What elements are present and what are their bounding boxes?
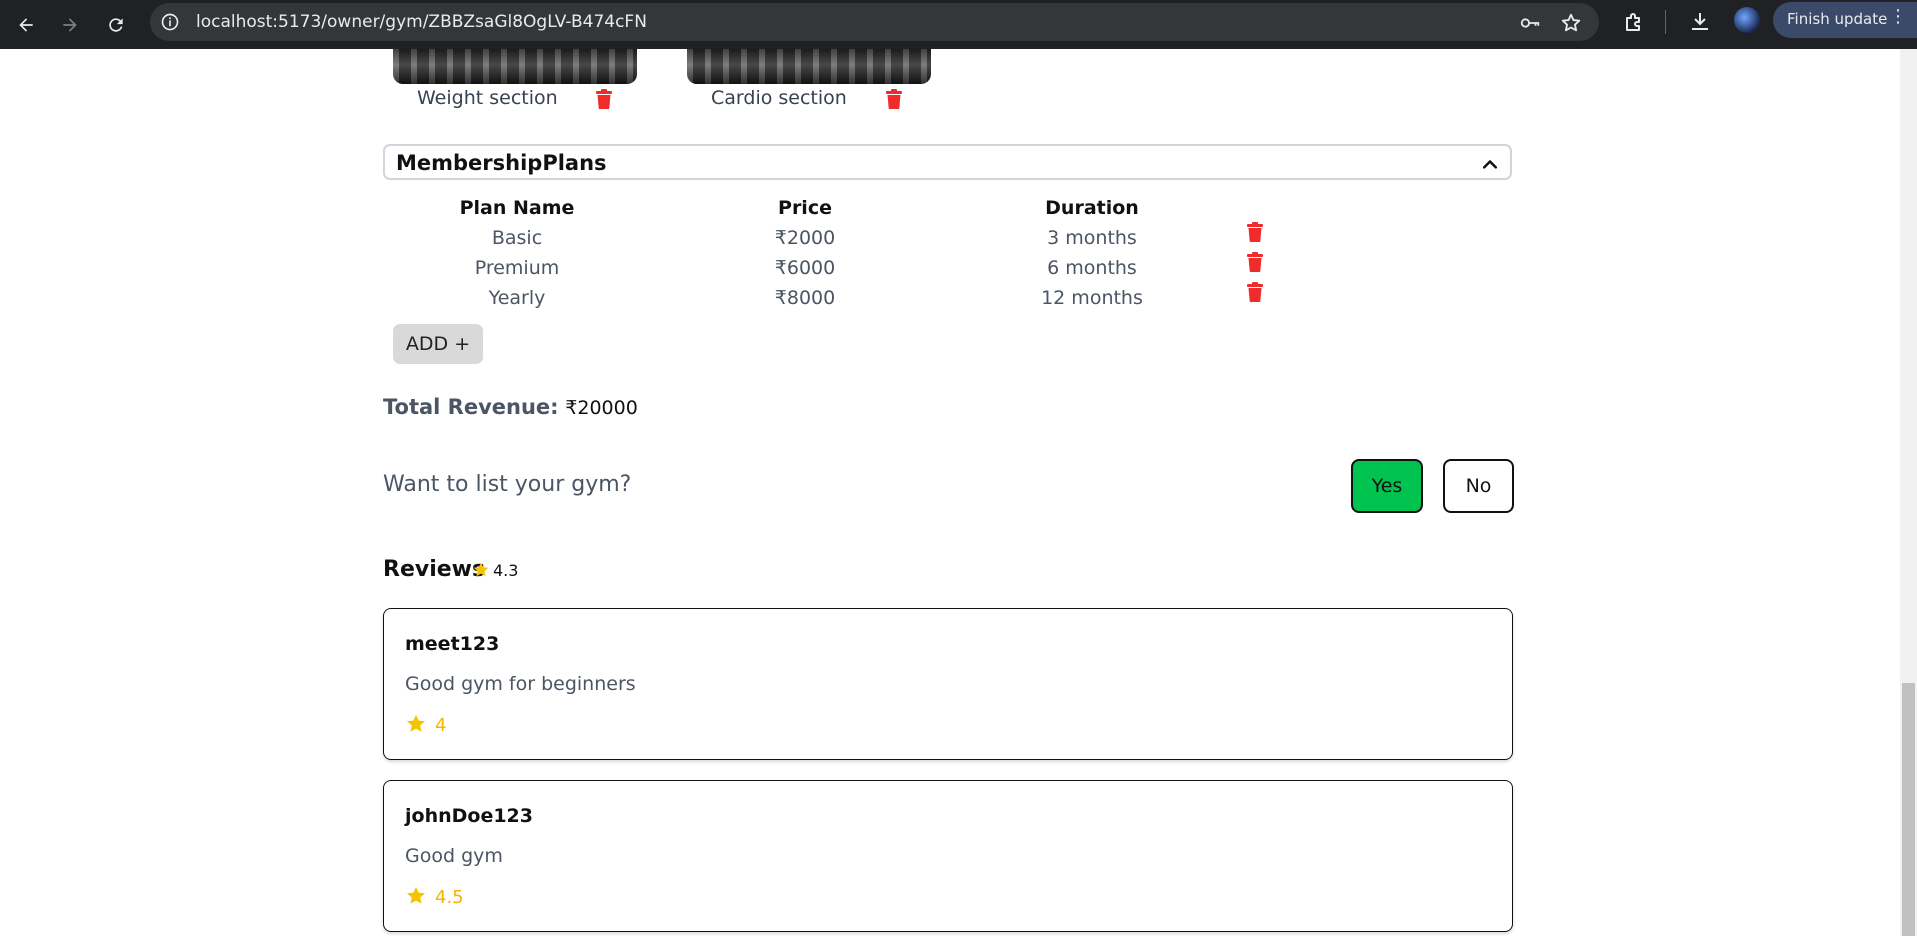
plan-duration-cell: 12 months <box>1041 287 1143 309</box>
browser-toolbar: localhost:5173/owner/gym/ZBBZsaGl8OgLV-B… <box>0 0 1917 49</box>
star-bookmark-icon[interactable] <box>1560 12 1582 34</box>
review-text: Good gym for beginners <box>405 673 636 695</box>
accordion-title: MembershipPlans <box>396 151 607 175</box>
total-revenue-label: Total Revenue: <box>383 395 559 419</box>
reviews-heading: Reviews <box>383 557 486 582</box>
total-revenue-value: ₹20000 <box>565 397 638 419</box>
arrow-left-icon <box>19 18 33 32</box>
review-username: meet123 <box>405 633 500 655</box>
plan-duration-cell: 6 months <box>1047 257 1137 279</box>
column-header-price: Price <box>778 197 832 219</box>
gallery-image-cardio <box>687 49 931 84</box>
membership-plans-accordion[interactable]: MembershipPlans <box>383 144 1512 180</box>
list-gym-yes-button[interactable]: Yes <box>1351 459 1423 513</box>
download-icon[interactable] <box>1688 10 1712 34</box>
star-icon <box>473 562 489 577</box>
delete-image-icon[interactable] <box>595 89 613 109</box>
review-text: Good gym <box>405 845 503 867</box>
reviews-average: 4.3 <box>472 561 518 580</box>
delete-plan-icon[interactable] <box>1246 252 1264 272</box>
total-revenue: Total Revenue: ₹20000 <box>383 395 638 419</box>
plan-duration-cell: 3 months <box>1047 227 1137 249</box>
extensions-icon[interactable] <box>1622 10 1646 34</box>
finish-update-button[interactable]: Finish update ⋮ <box>1773 2 1917 38</box>
gallery-image-weight <box>393 49 637 84</box>
review-rating-value: 4.5 <box>435 887 464 908</box>
star-icon <box>407 714 425 732</box>
add-plan-button[interactable]: ADD + <box>393 324 483 364</box>
delete-plan-icon[interactable] <box>1246 282 1264 302</box>
site-info-icon[interactable] <box>160 12 180 32</box>
plan-name-cell: Yearly <box>488 287 546 309</box>
star-icon <box>407 886 425 904</box>
reload-icon <box>109 18 123 32</box>
review-rating: 4 <box>405 713 446 736</box>
finish-update-label: Finish update <box>1787 10 1888 28</box>
column-header-plan-name: Plan Name <box>459 197 575 219</box>
url-text[interactable]: localhost:5173/owner/gym/ZBBZsaGl8OgLV-B… <box>196 12 647 32</box>
review-username: johnDoe123 <box>405 805 533 827</box>
review-rating-value: 4 <box>435 715 447 736</box>
page-content: Weight section Cardio section Membership… <box>0 49 1900 936</box>
forward-button[interactable] <box>53 8 87 42</box>
plan-price-cell: ₹8000 <box>774 287 836 309</box>
plan-price-cell: ₹6000 <box>774 257 836 279</box>
reviews-average-value: 4.3 <box>493 561 519 580</box>
profile-avatar[interactable] <box>1734 7 1760 33</box>
toolbar-divider <box>1665 10 1666 34</box>
key-icon[interactable] <box>1519 12 1541 34</box>
list-gym-no-button[interactable]: No <box>1443 459 1514 513</box>
scrollbar-thumb[interactable] <box>1902 683 1915 936</box>
address-bar[interactable]: localhost:5173/owner/gym/ZBBZsaGl8OgLV-B… <box>150 3 1599 41</box>
reload-button[interactable] <box>99 8 133 42</box>
delete-image-icon[interactable] <box>885 89 903 109</box>
review-card: johnDoe123 Good gym 4.5 <box>383 780 1513 932</box>
more-menu-icon[interactable]: ⋮ <box>1889 8 1907 26</box>
gallery-caption: Weight section <box>417 87 558 109</box>
plan-name-cell: Basic <box>491 227 543 249</box>
arrow-right-icon <box>63 18 77 32</box>
back-button[interactable] <box>9 8 43 42</box>
gallery-caption: Cardio section <box>711 87 847 109</box>
review-rating: 4.5 <box>405 885 464 908</box>
delete-plan-icon[interactable] <box>1246 222 1264 242</box>
review-card: meet123 Good gym for beginners 4 <box>383 608 1513 760</box>
chevron-up-icon[interactable] <box>1480 154 1500 174</box>
plan-name-cell: Premium <box>474 257 560 279</box>
plan-price-cell: ₹2000 <box>774 227 836 249</box>
column-header-duration: Duration <box>1045 197 1139 219</box>
list-gym-question: Want to list your gym? <box>383 472 632 497</box>
